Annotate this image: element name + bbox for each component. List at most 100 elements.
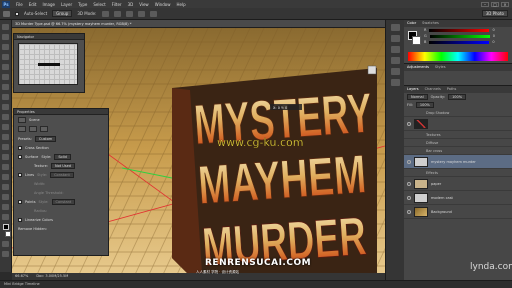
move-tool-icon[interactable] <box>3 10 10 17</box>
info-panel-icon[interactable] <box>390 35 400 42</box>
mesh-mode-icon[interactable] <box>18 126 26 132</box>
menu-type[interactable]: Type <box>78 2 87 7</box>
healing-icon[interactable] <box>2 84 9 90</box>
layer-effect-row[interactable]: Diffuse <box>404 139 512 147</box>
auto-select-checkbox[interactable] <box>15 11 19 16</box>
character-panel-icon[interactable] <box>390 57 400 64</box>
group-dropdown[interactable]: Group <box>52 10 73 17</box>
menu-edit[interactable]: Edit <box>29 2 37 7</box>
visibility-eye-icon[interactable] <box>407 195 411 200</box>
layer-row[interactable]: modern cast <box>404 191 512 205</box>
red-value[interactable]: 0 <box>492 28 494 32</box>
tab-styles[interactable]: Styles <box>435 64 446 71</box>
hand-icon[interactable] <box>2 204 9 210</box>
eraser-icon[interactable] <box>2 124 9 130</box>
scene-icon[interactable] <box>18 116 26 123</box>
widget-close-icon[interactable] <box>367 65 377 75</box>
layer-row[interactable] <box>404 117 512 131</box>
pen-icon[interactable] <box>2 164 9 170</box>
dodge-icon[interactable] <box>2 154 9 160</box>
blue-slider[interactable] <box>429 40 490 44</box>
green-slider[interactable] <box>429 34 490 38</box>
document-tab[interactable]: 3D Murder Type.psd @ 66.7% (mystery mayh… <box>12 20 385 28</box>
rotate-3d-icon[interactable] <box>101 10 109 17</box>
layer-row[interactable]: mystery mayhem murder <box>404 155 512 169</box>
material-mode-icon[interactable] <box>29 126 37 132</box>
layer-row[interactable]: Background <box>404 205 512 219</box>
presets-dropdown[interactable]: Custom <box>34 135 57 142</box>
quick-mask-icon[interactable] <box>2 241 9 247</box>
blur-icon[interactable] <box>2 144 9 150</box>
history-brush-icon[interactable] <box>2 114 9 120</box>
surface-style-dropdown[interactable]: Solid <box>54 153 71 160</box>
menu-3d[interactable]: 3D <box>128 2 134 7</box>
quick-select-icon[interactable] <box>2 54 9 60</box>
layer-effect-row[interactable]: Textures <box>404 131 512 139</box>
crop-icon[interactable] <box>2 64 9 70</box>
marquee-icon[interactable] <box>2 34 9 40</box>
3d-panel-icon[interactable] <box>390 79 400 86</box>
tab-channels[interactable]: Channels <box>425 86 441 93</box>
layer-row[interactable]: paper <box>404 177 512 191</box>
navigator-view-box[interactable] <box>38 63 60 66</box>
slide-3d-icon[interactable] <box>137 10 145 17</box>
tab-swatches[interactable]: Swatches <box>422 20 439 27</box>
menu-help[interactable]: Help <box>176 2 185 7</box>
green-value[interactable]: 0 <box>493 34 495 38</box>
zoom-icon[interactable] <box>2 214 9 220</box>
gradient-icon[interactable] <box>2 134 9 140</box>
background-swatch[interactable] <box>412 36 421 45</box>
scale-3d-icon[interactable] <box>149 10 157 17</box>
cross-section-checkbox[interactable] <box>18 145 22 150</box>
history-panel-icon[interactable] <box>390 24 400 31</box>
lasso-icon[interactable] <box>2 44 9 50</box>
menu-window[interactable]: Window <box>155 2 171 7</box>
points-checkbox[interactable] <box>18 199 22 204</box>
points-style-dropdown[interactable]: Constant <box>51 198 76 205</box>
timeline-bar[interactable]: Mini Bridge Timeline <box>0 280 512 288</box>
visibility-eye-icon[interactable] <box>407 159 411 164</box>
brush-panel-icon[interactable] <box>390 46 400 53</box>
roll-3d-icon[interactable] <box>113 10 121 17</box>
visibility-eye-icon[interactable] <box>407 209 411 214</box>
tab-paths[interactable]: Paths <box>447 86 457 93</box>
menu-layer[interactable]: Layer <box>61 2 72 7</box>
layer-effect-row[interactable]: Effects <box>404 169 512 177</box>
menu-view[interactable]: View <box>139 2 149 7</box>
maximize-button[interactable]: □ <box>491 1 499 7</box>
path-select-icon[interactable] <box>2 184 9 190</box>
blue-value[interactable]: 0 <box>492 40 494 44</box>
fill-field[interactable]: 100% <box>415 102 434 108</box>
linearize-colors-checkbox[interactable] <box>18 217 22 222</box>
tab-layers[interactable]: Layers <box>407 86 419 93</box>
type-icon[interactable] <box>2 174 9 180</box>
brush-icon[interactable] <box>2 94 9 100</box>
foreground-color-swatch[interactable] <box>2 224 9 230</box>
lines-checkbox[interactable] <box>18 172 22 177</box>
blend-mode-dropdown[interactable]: Normal <box>407 94 428 100</box>
layer-effect-row[interactable]: Drop Shadow <box>404 109 512 117</box>
screen-mode-icon[interactable] <box>2 251 9 257</box>
clone-stamp-icon[interactable] <box>2 104 9 110</box>
red-slider[interactable] <box>429 28 490 32</box>
shape-icon[interactable] <box>2 194 9 200</box>
menu-image[interactable]: Image <box>42 2 55 7</box>
drag-3d-icon[interactable] <box>125 10 133 17</box>
menu-file[interactable]: File <box>16 2 23 7</box>
close-button[interactable]: × <box>501 1 509 7</box>
workspace-dropdown[interactable]: 3D Photo <box>481 10 508 17</box>
layer-effect-row[interactable]: Bar cross <box>404 147 512 155</box>
color-spectrum[interactable] <box>408 52 508 61</box>
zoom-level[interactable]: 66.67% <box>15 273 28 280</box>
minimize-button[interactable]: – <box>481 1 489 7</box>
tab-color[interactable]: Color <box>407 20 416 27</box>
lines-style-dropdown[interactable]: Constant <box>50 171 74 178</box>
background-color-swatch[interactable] <box>5 231 11 237</box>
paragraph-panel-icon[interactable] <box>390 68 400 75</box>
texture-dropdown[interactable]: Not Used <box>51 162 76 169</box>
opacity-field[interactable]: 100% <box>448 94 467 100</box>
menu-filter[interactable]: Filter <box>112 2 122 7</box>
tab-adjustments[interactable]: Adjustments <box>407 64 429 71</box>
surface-checkbox[interactable] <box>18 154 22 159</box>
visibility-eye-icon[interactable] <box>407 181 411 186</box>
